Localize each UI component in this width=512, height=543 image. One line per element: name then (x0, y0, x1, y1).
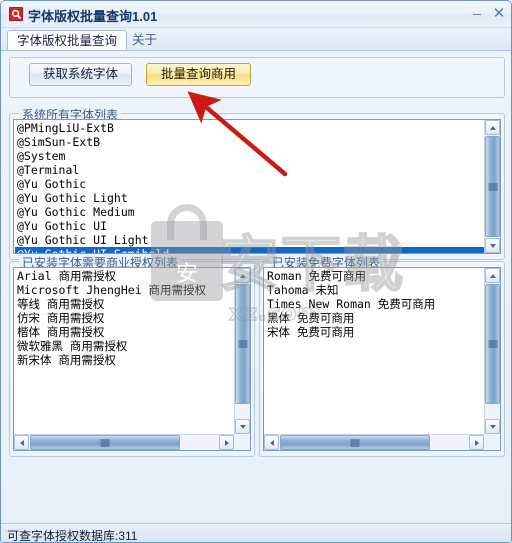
scroll-corner (484, 434, 500, 450)
list-item[interactable]: Arial 商用需授权 (15, 269, 206, 283)
list-item[interactable]: Microsoft JhengHei 商用需授权 (15, 283, 206, 297)
scroll-thumb[interactable] (280, 435, 430, 450)
list-item[interactable]: @Yu Gothic Light (15, 191, 485, 205)
get-system-fonts-button[interactable]: 获取系统字体 (29, 63, 132, 86)
client-area: 获取系统字体 批量查询商用 系统所有字体列表 @PMingLiU-ExtB @Si… (1, 51, 511, 542)
list-item[interactable]: @Yu Gothic (15, 177, 485, 191)
scroll-left-icon[interactable] (14, 435, 29, 450)
free-vscrollbar[interactable] (484, 268, 500, 434)
list-item[interactable]: @Yu Gothic Medium (15, 205, 485, 219)
list-item[interactable]: 楷体 商用需授权 (15, 325, 206, 339)
tab-font-copyright-query[interactable]: 字体版权批量查询 (7, 30, 128, 51)
window-title: 字体版权批量查询1.01 (28, 9, 158, 24)
free-fonts-items: Roman 免费可商用 Tahoma 未知 Times New Roman 免费可商… (264, 268, 435, 339)
tab-about[interactable]: 关于 (123, 30, 166, 51)
status-bar: 可查字体授权数据库:311 (1, 523, 511, 543)
list-item[interactable]: Tahoma 未知 (265, 283, 435, 297)
scroll-up-icon[interactable] (485, 120, 500, 135)
free-fonts-listbox[interactable]: Roman 免费可商用 Tahoma 未知 Times New Roman 免费可商… (263, 267, 501, 451)
status-text: 可查字体授权数据库:311 (7, 529, 138, 543)
scroll-right-icon[interactable] (469, 435, 484, 450)
scroll-up-icon[interactable] (485, 268, 500, 283)
scroll-thumb[interactable] (30, 435, 180, 450)
list-item[interactable]: @SimSun-ExtB (15, 135, 485, 149)
list-item[interactable]: @System (15, 149, 485, 163)
free-hscrollbar[interactable] (264, 434, 484, 450)
list-item[interactable]: @Terminal (15, 163, 485, 177)
list-item[interactable]: Times New Roman 免费可商用 (265, 297, 435, 311)
scroll-down-icon[interactable] (485, 238, 500, 253)
scroll-corner (234, 434, 250, 450)
list-item[interactable]: @PMingLiU-ExtB (15, 121, 485, 135)
magnifier-icon (9, 7, 23, 21)
commercial-hscrollbar[interactable] (14, 434, 234, 450)
system-fonts-listbox[interactable]: @PMingLiU-ExtB @SimSun-ExtB @System @Termin… (13, 119, 501, 254)
commercial-fonts-listbox[interactable]: Arial 商用需授权 Microsoft JhengHei 商用需授权 等线 商用… (13, 267, 251, 451)
minimize-button[interactable]: – (467, 5, 487, 22)
scroll-up-icon[interactable] (235, 268, 250, 283)
scroll-right-icon[interactable] (219, 435, 234, 450)
close-button[interactable]: ✕ (489, 5, 509, 22)
scroll-thumb[interactable] (485, 284, 500, 404)
list-item[interactable]: 新宋体 商用需授权 (15, 353, 206, 367)
system-fonts-items: @PMingLiU-ExtB @SimSun-ExtB @System @Termin… (14, 120, 485, 253)
list-item[interactable]: 等线 商用需授权 (15, 297, 206, 311)
list-item[interactable]: @Yu Gothic UI Semibold (15, 247, 485, 253)
list-item[interactable]: 微软雅黑 商用需授权 (15, 339, 206, 353)
tab-strip: 字体版权批量查询 关于 (1, 28, 511, 51)
list-item[interactable]: Roman 免费可商用 (265, 269, 435, 283)
list-item[interactable]: @Yu Gothic UI Light (15, 233, 485, 247)
list-item[interactable]: 仿宋 商用需授权 (15, 311, 206, 325)
application-window: 字体版权批量查询1.01 – ✕ 字体版权批量查询 关于 获取系统字体 批量查询… (0, 0, 512, 543)
scroll-left-icon[interactable] (264, 435, 279, 450)
commercial-vscrollbar[interactable] (234, 268, 250, 434)
list-item[interactable]: 宋体 免费可商用 (265, 325, 435, 339)
scroll-down-icon[interactable] (235, 419, 250, 434)
list-item[interactable]: @Yu Gothic UI (15, 219, 485, 233)
system-fonts-vscrollbar[interactable] (484, 120, 500, 253)
scroll-down-icon[interactable] (485, 419, 500, 434)
commercial-fonts-items: Arial 商用需授权 Microsoft JhengHei 商用需授权 等线 商用… (14, 268, 206, 367)
batch-query-commercial-button[interactable]: 批量查询商用 (146, 63, 251, 86)
title-bar: 字体版权批量查询1.01 – ✕ (1, 1, 511, 28)
list-item[interactable]: 黑体 免费可商用 (265, 311, 435, 325)
scroll-thumb[interactable] (235, 284, 250, 404)
scroll-thumb[interactable] (485, 136, 500, 237)
